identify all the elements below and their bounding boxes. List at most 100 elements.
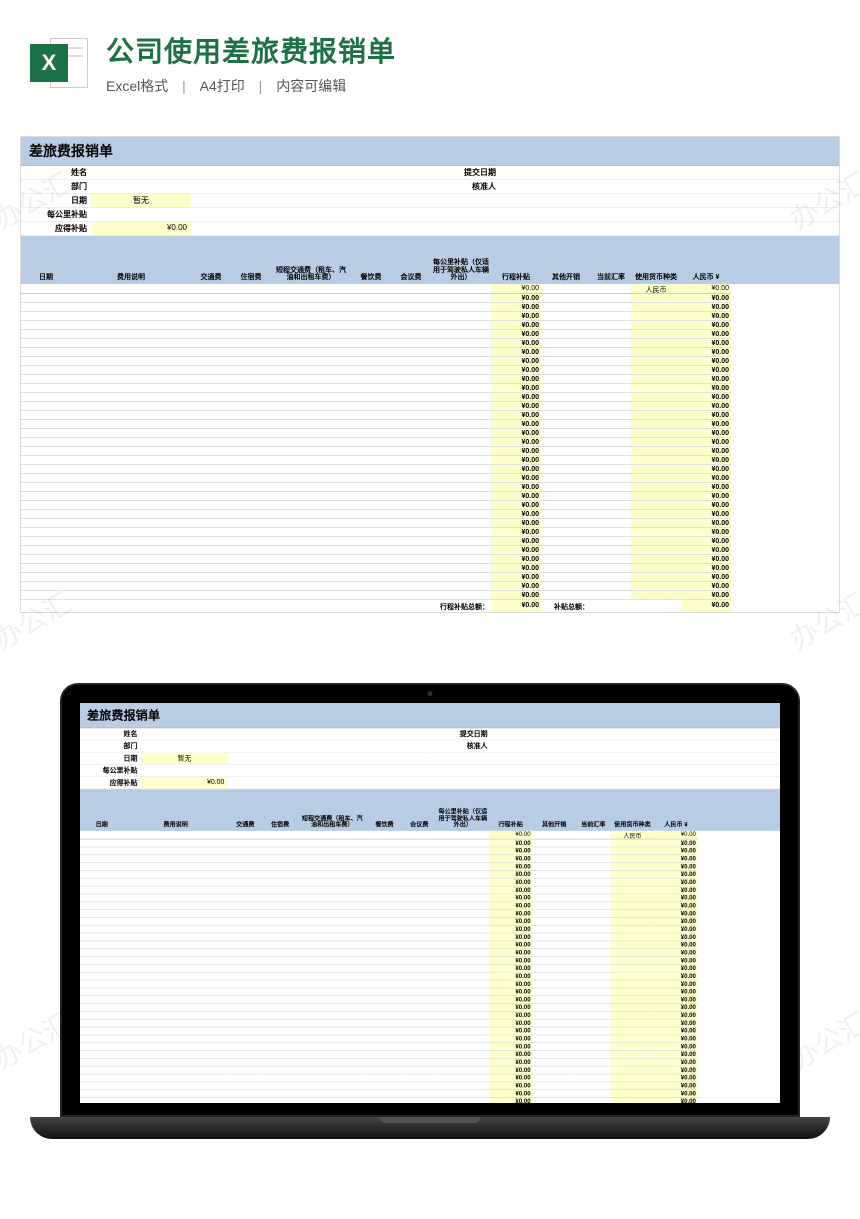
table-row[interactable]: ¥0.00 ¥0.00 [80, 918, 780, 926]
currency-cell[interactable] [631, 411, 681, 420]
table-row[interactable]: ¥0.00 ¥0.00 [21, 312, 839, 321]
currency-cell[interactable] [631, 312, 681, 321]
currency-cell[interactable] [631, 330, 681, 339]
currency-cell[interactable] [631, 564, 681, 573]
table-row[interactable]: ¥0.00 ¥0.00 [80, 1098, 780, 1103]
currency-cell[interactable] [611, 887, 655, 895]
currency-cell[interactable] [611, 894, 655, 902]
currency-cell[interactable] [611, 949, 655, 957]
currency-cell[interactable] [611, 871, 655, 879]
currency-cell[interactable] [631, 483, 681, 492]
table-row[interactable]: ¥0.00 ¥0.00 [21, 330, 839, 339]
table-row[interactable]: ¥0.00 ¥0.00 [80, 981, 780, 989]
table-row[interactable]: ¥0.00 ¥0.00 [21, 564, 839, 573]
currency-cell[interactable] [611, 1051, 655, 1059]
currency-cell[interactable] [631, 321, 681, 330]
currency-cell[interactable] [631, 357, 681, 366]
table-row[interactable]: ¥0.00 ¥0.00 [21, 357, 839, 366]
table-row[interactable]: ¥0.00 ¥0.00 [80, 973, 780, 981]
currency-cell[interactable] [611, 855, 655, 863]
currency-cell[interactable] [611, 1067, 655, 1075]
currency-cell[interactable] [631, 438, 681, 447]
table-row[interactable]: ¥0.00 ¥0.00 [21, 546, 839, 555]
table-row[interactable]: ¥0.00 ¥0.00 [21, 429, 839, 438]
table-row[interactable]: ¥0.00 ¥0.00 [80, 1020, 780, 1028]
table-row[interactable]: ¥0.00 ¥0.00 [80, 949, 780, 957]
name-value[interactable] [91, 166, 191, 180]
table-row[interactable]: ¥0.00 ¥0.00 [21, 348, 839, 357]
currency-cell[interactable] [631, 519, 681, 528]
currency-cell[interactable] [631, 582, 681, 591]
table-row[interactable]: ¥0.00 ¥0.00 [80, 1067, 780, 1075]
currency-cell[interactable] [611, 1098, 655, 1103]
table-row[interactable]: ¥0.00 ¥0.00 [80, 1074, 780, 1082]
table-row[interactable]: ¥0.00 ¥0.00 [80, 1043, 780, 1051]
currency-cell[interactable] [611, 934, 655, 942]
table-row[interactable]: ¥0.00 ¥0.00 [80, 996, 780, 1004]
table-row[interactable]: ¥0.00 ¥0.00 [21, 591, 839, 600]
currency-cell[interactable] [611, 988, 655, 996]
approver-value[interactable] [491, 740, 578, 752]
table-row[interactable]: ¥0.00 ¥0.00 [21, 510, 839, 519]
table-row[interactable]: ¥0.00 ¥0.00 [21, 537, 839, 546]
table-row[interactable]: ¥0.00 ¥0.00 [80, 934, 780, 942]
currency-cell[interactable] [611, 1028, 655, 1036]
table-row[interactable]: ¥0.00 ¥0.00 [21, 573, 839, 582]
approver-value[interactable] [500, 180, 600, 194]
table-row[interactable]: ¥0.00 ¥0.00 [21, 474, 839, 483]
currency-cell[interactable] [631, 384, 681, 393]
table-row[interactable]: ¥0.00 ¥0.00 [21, 447, 839, 456]
currency-cell[interactable] [611, 840, 655, 848]
currency-cell[interactable] [631, 303, 681, 312]
currency-cell[interactable] [611, 1074, 655, 1082]
table-row[interactable]: ¥0.00 ¥0.00 [21, 555, 839, 564]
currency-cell[interactable] [611, 879, 655, 887]
table-row[interactable]: ¥0.00 ¥0.00 [21, 411, 839, 420]
table-row[interactable]: ¥0.00 ¥0.00 [80, 863, 780, 871]
currency-cell[interactable] [631, 492, 681, 501]
per-km-value[interactable] [141, 765, 228, 777]
currency-cell[interactable] [611, 1004, 655, 1012]
currency-cell[interactable] [631, 294, 681, 303]
currency-cell[interactable] [611, 941, 655, 949]
currency-cell[interactable] [611, 1082, 655, 1090]
table-row[interactable]: ¥0.00 ¥0.00 [80, 847, 780, 855]
currency-cell[interactable] [611, 918, 655, 926]
table-row[interactable]: ¥0.00 ¥0.00 [21, 384, 839, 393]
table-row[interactable]: ¥0.00 ¥0.00 [80, 887, 780, 895]
table-row[interactable]: ¥0.00 ¥0.00 [21, 294, 839, 303]
submit-date-value[interactable] [491, 728, 578, 740]
table-row[interactable]: ¥0.00 ¥0.00 [21, 339, 839, 348]
currency-cell[interactable] [631, 510, 681, 519]
currency-default-cell[interactable]: 人民币 [611, 831, 655, 840]
table-row[interactable]: ¥0.00 ¥0.00 [21, 501, 839, 510]
currency-cell[interactable] [611, 973, 655, 981]
table-row[interactable]: ¥0.00 ¥0.00 [21, 393, 839, 402]
table-row[interactable]: ¥0.00 ¥0.00 [21, 528, 839, 537]
currency-cell[interactable] [631, 474, 681, 483]
currency-cell[interactable] [611, 957, 655, 965]
table-row[interactable]: ¥0.00 ¥0.00 [80, 957, 780, 965]
currency-cell[interactable] [631, 393, 681, 402]
table-row[interactable]: ¥0.00 ¥0.00 [80, 1090, 780, 1098]
table-row[interactable]: ¥0.00 ¥0.00 [21, 321, 839, 330]
table-row[interactable]: ¥0.00 ¥0.00 [21, 402, 839, 411]
table-row[interactable]: ¥0.00 ¥0.00 [80, 902, 780, 910]
table-row[interactable]: ¥0.00 ¥0.00 [21, 456, 839, 465]
table-row[interactable]: ¥0.00 ¥0.00 [21, 465, 839, 474]
currency-cell[interactable] [631, 465, 681, 474]
table-row[interactable]: ¥0.00 ¥0.00 [80, 941, 780, 949]
table-row[interactable]: ¥0.00 ¥0.00 [80, 910, 780, 918]
table-row[interactable]: ¥0.00 ¥0.00 [80, 894, 780, 902]
currency-cell[interactable] [611, 1043, 655, 1051]
table-row[interactable]: ¥0.00 ¥0.00 [80, 855, 780, 863]
table-row[interactable]: ¥0.00 ¥0.00 [80, 879, 780, 887]
table-row[interactable]: ¥0.00 ¥0.00 [21, 483, 839, 492]
table-row[interactable]: ¥0.00 ¥0.00 [21, 420, 839, 429]
currency-cell[interactable] [631, 375, 681, 384]
currency-cell[interactable] [611, 902, 655, 910]
currency-cell[interactable] [611, 981, 655, 989]
currency-cell[interactable] [631, 429, 681, 438]
per-km-value[interactable] [91, 208, 191, 222]
currency-cell[interactable] [611, 863, 655, 871]
